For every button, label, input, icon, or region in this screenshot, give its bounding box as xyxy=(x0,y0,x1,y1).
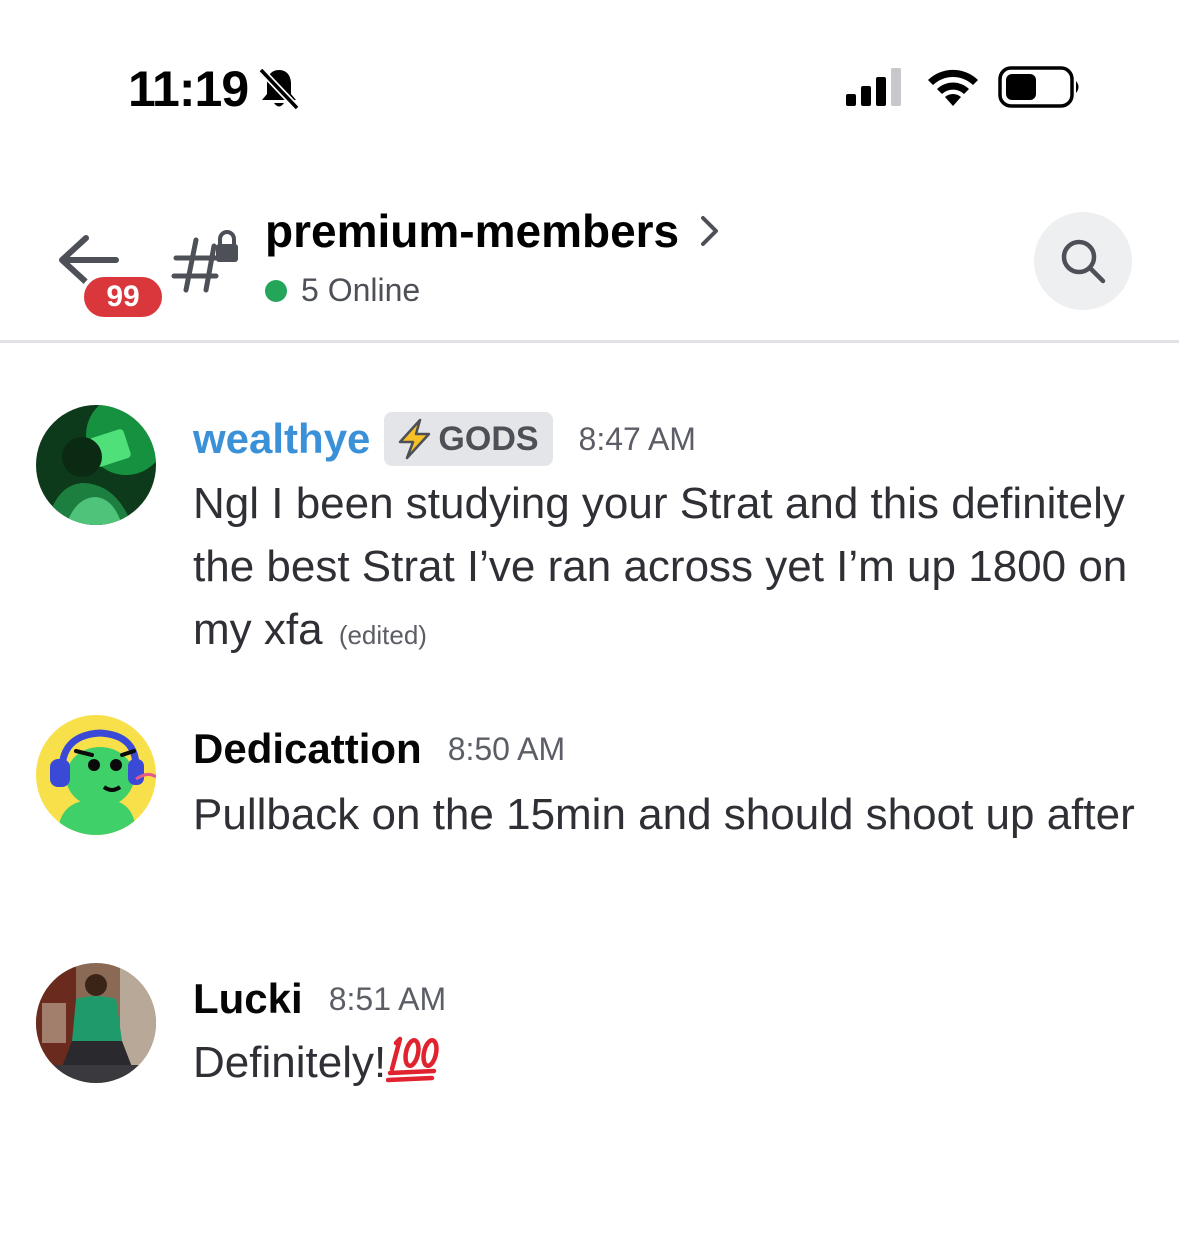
message-text-container: Definitely! xyxy=(193,1031,1143,1094)
channel-header: 99 premium-members 5 Online xyxy=(0,200,1179,343)
username[interactable]: wealthye xyxy=(193,415,370,463)
edited-label: (edited) xyxy=(338,620,427,650)
search-button[interactable] xyxy=(1034,212,1132,310)
username[interactable]: Lucki xyxy=(193,975,303,1023)
avatar[interactable] xyxy=(36,405,156,525)
channel-title-button[interactable]: premium-members xyxy=(265,204,721,258)
message-text: Definitely! xyxy=(193,1038,387,1087)
hundred-points-emoji-icon xyxy=(386,1036,439,1083)
online-status: 5 Online xyxy=(265,272,420,309)
message-item[interactable]: wealthye GODS 8:47 AM Ngl I been studyin… xyxy=(0,400,1179,670)
message-header: Dedicattion 8:50 AM xyxy=(193,725,565,773)
message-item[interactable]: Lucki 8:51 AM Definitely! xyxy=(0,963,1179,1103)
message-item[interactable]: Dedicattion 8:50 AM Pullback on the 15mi… xyxy=(0,715,1179,915)
message-header: wealthye GODS 8:47 AM xyxy=(193,412,696,466)
status-bar: 11:19 xyxy=(0,0,1179,160)
timestamp: 8:51 AM xyxy=(328,980,447,1017)
chevron-right-icon xyxy=(701,216,719,246)
search-icon xyxy=(1061,239,1106,284)
message-text: Ngl I been studying your Strat and this … xyxy=(193,479,1128,654)
unread-badge: 99 xyxy=(80,273,166,321)
role-tag-label: GODS xyxy=(438,419,539,458)
locked-channel-icon xyxy=(171,230,238,293)
cellular-signal-icon xyxy=(846,68,901,106)
channel-name: premium-members xyxy=(265,205,680,257)
message-text-container: Ngl I been studying your Strat and this … xyxy=(193,472,1143,667)
username[interactable]: Dedicattion xyxy=(193,725,422,773)
role-tag[interactable]: GODS xyxy=(384,412,553,466)
timestamp: 8:47 AM xyxy=(578,420,696,457)
battery-icon xyxy=(998,66,1079,108)
wifi-icon xyxy=(928,69,978,106)
timestamp: 8:50 AM xyxy=(447,730,566,767)
bell-muted-icon xyxy=(258,67,300,111)
avatar[interactable] xyxy=(36,715,156,835)
message-text: Pullback on the 15min and should shoot u… xyxy=(193,790,1135,839)
online-count: 5 Online xyxy=(301,272,421,308)
message-header: Lucki 8:51 AM xyxy=(193,975,446,1023)
status-time: 11:19 xyxy=(128,61,249,117)
online-dot xyxy=(265,279,287,302)
lightning-icon xyxy=(399,418,431,460)
avatar[interactable] xyxy=(36,963,156,1083)
